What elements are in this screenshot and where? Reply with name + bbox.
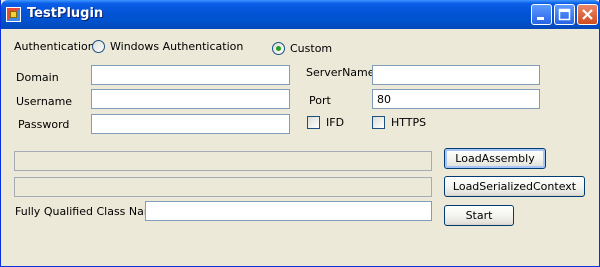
https-label[interactable]: HTTPS xyxy=(391,116,426,130)
minimize-button[interactable] xyxy=(531,4,552,25)
port-input[interactable] xyxy=(372,89,540,109)
load-serialized-context-button[interactable]: LoadSerializedContext xyxy=(444,176,585,197)
username-input[interactable] xyxy=(91,89,290,109)
radio-selected-dot xyxy=(276,46,281,51)
app-icon xyxy=(6,7,21,22)
close-button[interactable] xyxy=(577,4,598,25)
password-label: Password xyxy=(18,118,70,131)
class-name-label: Fully Qualified Class Name xyxy=(15,205,162,218)
minimize-icon xyxy=(537,17,544,20)
assembly-path-field xyxy=(14,151,432,171)
custom-auth-label[interactable]: Custom xyxy=(290,42,332,56)
title-bar[interactable]: TestPlugin xyxy=(1,0,600,29)
maximize-button[interactable] xyxy=(554,4,575,25)
class-name-input[interactable] xyxy=(145,201,432,221)
close-icon xyxy=(582,9,593,20)
windows-auth-label[interactable]: Windows Authentication xyxy=(110,40,243,54)
servername-input[interactable] xyxy=(372,65,540,85)
maximize-icon xyxy=(558,8,571,21)
main-window: TestPlugin Authentication Windows Authen… xyxy=(0,0,600,267)
start-button[interactable]: Start xyxy=(444,205,514,226)
window-title: TestPlugin xyxy=(27,6,104,21)
password-input[interactable] xyxy=(91,114,290,134)
https-checkbox[interactable] xyxy=(372,116,385,129)
windows-auth-radio[interactable] xyxy=(92,40,105,53)
custom-auth-radio[interactable] xyxy=(272,42,285,55)
ifd-checkbox[interactable] xyxy=(307,116,320,129)
port-label: Port xyxy=(309,94,331,107)
load-assembly-button[interactable]: LoadAssembly xyxy=(444,148,546,169)
context-path-field xyxy=(14,177,432,197)
domain-label: Domain xyxy=(16,71,59,84)
ifd-label[interactable]: IFD xyxy=(326,116,344,130)
servername-label: ServerName xyxy=(306,66,375,79)
authentication-label: Authentication xyxy=(14,40,95,53)
domain-input[interactable] xyxy=(91,65,290,85)
username-label: Username xyxy=(16,95,73,108)
